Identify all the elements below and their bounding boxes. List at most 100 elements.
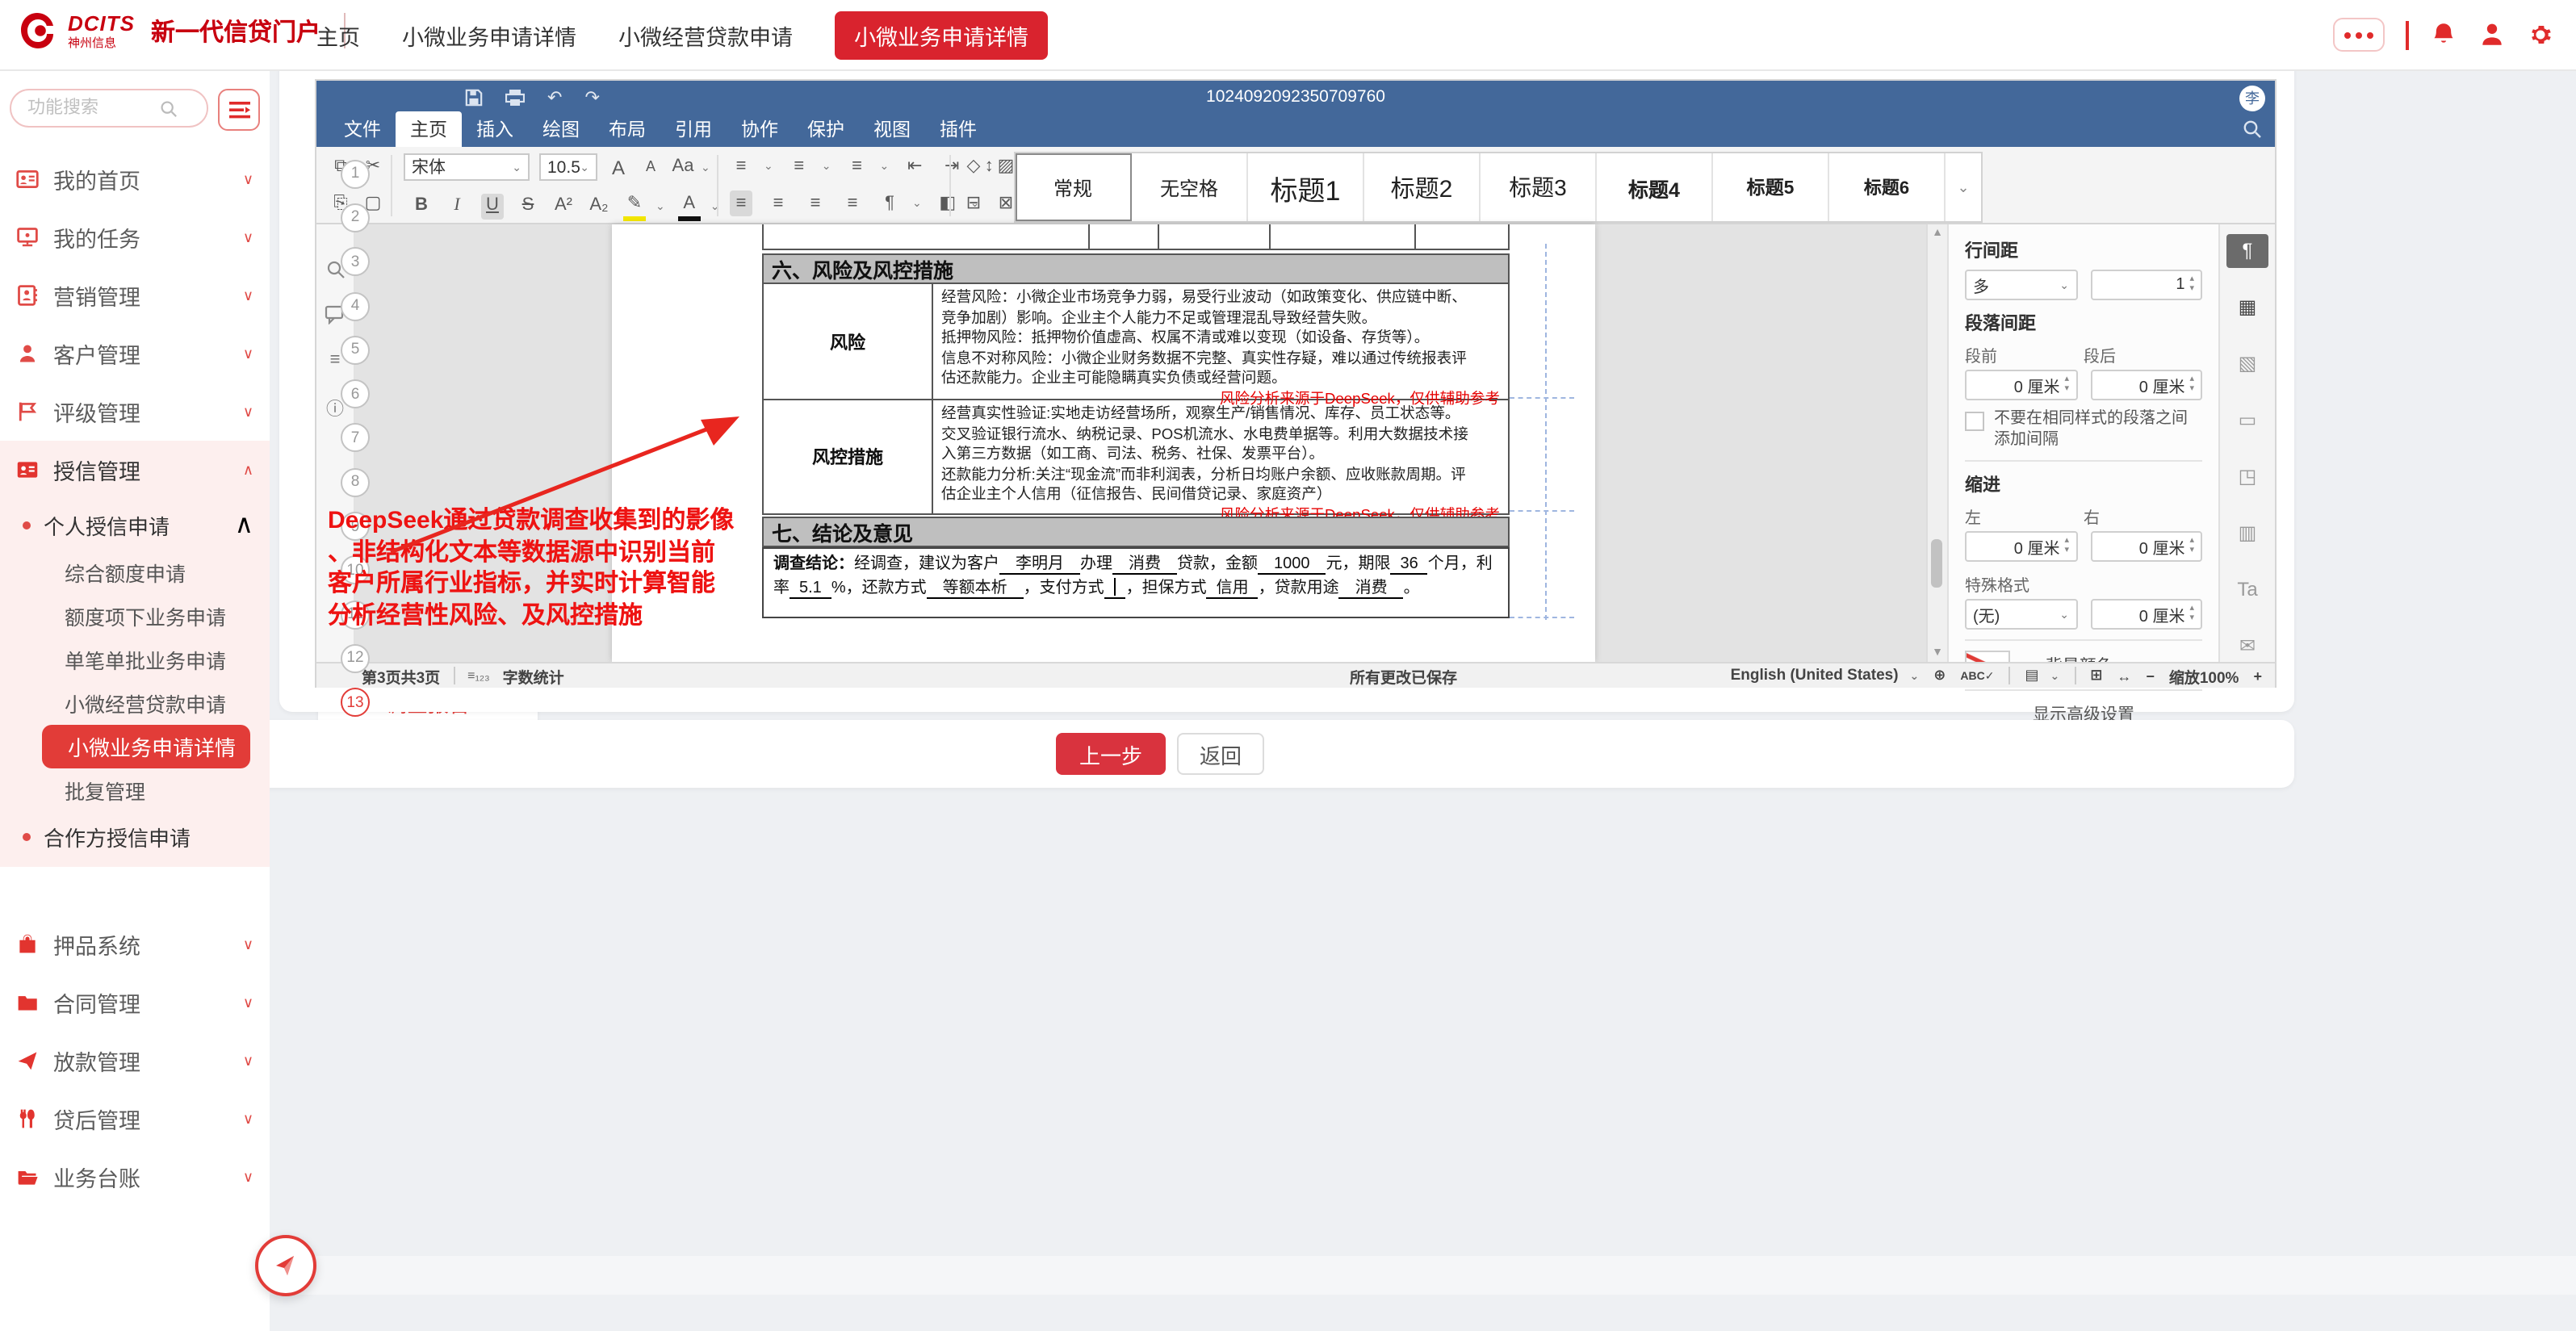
pilcrow-icon[interactable]: ¶ (878, 190, 901, 216)
zoom-out-icon[interactable]: − (2146, 668, 2155, 684)
page-indicator[interactable]: 第3页共3页 (362, 664, 440, 687)
tab-plugins[interactable]: 插件 (925, 111, 991, 147)
tab-file[interactable]: 文件 (329, 111, 396, 147)
sidebar-item-marketing[interactable]: 营销管理 ∨ (0, 266, 270, 324)
font-color-icon[interactable]: A (678, 190, 701, 221)
style-heading2[interactable]: 标题2 (1364, 153, 1481, 221)
clear-format-icon[interactable]: ◇ (962, 153, 985, 179)
menu-collapse-button[interactable] (218, 89, 260, 131)
indent-right-stepper[interactable]: 0 厘米▴▾ (2090, 531, 2202, 562)
sidebar-item-rating[interactable]: 评级管理 ∨ (0, 383, 270, 441)
document-page[interactable]: 六、风险及风控措施 风险 经营风险：小微企业市场竞争力弱，易受行业波动（如政策变… (612, 224, 1595, 662)
zoom-level[interactable]: 缩放100% (2169, 664, 2239, 687)
underline-icon[interactable]: U (481, 193, 504, 219)
fit-page-icon[interactable]: ⊞ (2090, 667, 2102, 684)
save-icon[interactable] (465, 89, 483, 107)
style-normal[interactable]: 常规 (1016, 153, 1132, 221)
track-changes-icon[interactable]: ▤ (2025, 667, 2038, 684)
scroll-up-icon[interactable]: ▲ (1928, 228, 1947, 239)
tab-view[interactable]: 视图 (859, 111, 925, 147)
shrink-font-icon[interactable]: A (639, 154, 662, 180)
header-footer-panel-icon[interactable]: ▭ (2226, 403, 2268, 437)
strikethrough-icon[interactable]: S (517, 193, 539, 219)
special-format-select[interactable]: (无)⌄ (1965, 599, 2077, 630)
font-size-select[interactable]: 10.5⌄ (539, 153, 597, 181)
special-format-stepper[interactable]: 0 厘米▴▾ (2090, 599, 2202, 630)
sidebar-item-disbursement[interactable]: 放款管理 ∨ (0, 1032, 270, 1090)
tab-home[interactable]: 主页 (396, 111, 462, 147)
outdent-icon[interactable]: ⇤ (903, 153, 926, 179)
spellcheck-icon[interactable]: ABC✓ (1960, 669, 1994, 682)
sidebar-item-partner-credit[interactable]: 合作方授信申请 (0, 812, 270, 860)
style-heading1[interactable]: 标题1 (1248, 153, 1364, 221)
previous-step-button[interactable]: 上一步 (1056, 733, 1166, 775)
align-justify-icon[interactable]: ≡ (841, 190, 864, 216)
line-spacing-select[interactable]: 多⌄ (1965, 270, 2077, 300)
sidebar-item-single-batch[interactable]: 单笔单批业务申请 (0, 638, 270, 681)
undo-icon[interactable]: ↶ (547, 87, 562, 108)
bullet-list-icon[interactable]: ≡ (730, 153, 752, 179)
sidebar-item-under-limit[interactable]: 额度项下业务申请 (0, 594, 270, 638)
spacing-before-stepper[interactable]: 0 厘米▴▾ (1965, 370, 2077, 400)
highlight-icon[interactable]: ✎ (623, 190, 646, 221)
fit-width-icon[interactable]: ↔ (2117, 668, 2131, 684)
superscript-icon[interactable]: A² (552, 193, 575, 219)
multilevel-list-icon[interactable]: ≡ (846, 153, 869, 179)
bold-icon[interactable]: B (410, 193, 433, 219)
scroll-down-icon[interactable]: ▼ (1928, 647, 1947, 659)
outline-icon[interactable]: ≡ (330, 350, 341, 370)
sidebar-item-credit-mgmt[interactable]: 授信管理 ∧ (0, 441, 270, 499)
tab-references[interactable]: 引用 (660, 111, 727, 147)
more-actions-icon[interactable] (2333, 18, 2385, 52)
mailmerge-panel-icon[interactable]: ✉ (2226, 628, 2268, 662)
table-panel-icon[interactable]: ▦ (2226, 291, 2268, 324)
sidebar-item-micro-loan-apply[interactable]: 小微经营贷款申请 (0, 681, 270, 725)
print-icon[interactable] (505, 89, 525, 107)
topnav-home[interactable]: 主页 (316, 19, 360, 51)
sidebar-item-my-tasks[interactable]: 我的任务 ∨ (0, 208, 270, 266)
gallery-expand-icon[interactable]: ⌄ (1946, 153, 1981, 221)
numbered-list-icon[interactable]: ≡ (788, 153, 810, 179)
floating-assistant-button[interactable] (255, 1235, 316, 1296)
format-painter-icon[interactable]: ⊟ (962, 190, 985, 216)
textart-panel-icon[interactable]: Ta (2226, 572, 2268, 606)
chart-panel-icon[interactable]: ▥ (2226, 516, 2268, 550)
no-gap-checkbox[interactable] (1965, 412, 1984, 431)
style-heading5[interactable]: 标题5 (1713, 153, 1829, 221)
sidebar-item-post-loan[interactable]: 贷后管理 ∨ (0, 1090, 270, 1148)
scrollbar-thumb[interactable] (1931, 539, 1942, 588)
sidebar-item-contract[interactable]: 合同管理 ∨ (0, 973, 270, 1032)
sidebar-item-my-home[interactable]: 我的首页 ∨ (0, 150, 270, 208)
topnav-micro-loan-apply[interactable]: 小微经营贷款申请 (618, 19, 793, 51)
indent-left-stepper[interactable]: 0 厘米▴▾ (1965, 531, 2077, 562)
spacing-after-stepper[interactable]: 0 厘米▴▾ (2090, 370, 2202, 400)
indent-icon[interactable]: ⇥ (940, 153, 963, 179)
tab-layout[interactable]: 布局 (594, 111, 660, 147)
align-right-icon[interactable]: ≡ (804, 190, 827, 216)
style-heading4[interactable]: 标题4 (1597, 153, 1713, 221)
sidebar-item-approval-mgmt[interactable]: 批复管理 (0, 768, 270, 812)
user-icon[interactable] (2478, 21, 2505, 48)
redo-icon[interactable]: ↷ (584, 87, 599, 108)
line-spacing-stepper[interactable]: 1▴▾ (2090, 270, 2202, 300)
conclusion-paragraph[interactable]: 调查结论：经调查，建议为客户李明月办理消费贷款，金额1000元，期限36个月，利… (762, 547, 1510, 618)
editor-search-icon[interactable] (2243, 119, 2262, 139)
italic-icon[interactable]: I (446, 193, 468, 219)
topnav-micro-detail-active[interactable]: 小微业务申请详情 (835, 10, 1048, 59)
image-panel-icon[interactable]: ▧ (2226, 347, 2268, 381)
tab-collaboration[interactable]: 协作 (727, 111, 793, 147)
back-button[interactable]: 返回 (1177, 733, 1264, 775)
gear-icon[interactable] (2526, 21, 2553, 48)
style-heading3[interactable]: 标题3 (1481, 153, 1597, 221)
style-heading6[interactable]: 标题6 (1829, 153, 1946, 221)
sidebar-item-ledger[interactable]: 业务台账 ∨ (0, 1148, 270, 1206)
document-scrollbar[interactable]: ▲ ▼ (1926, 224, 1947, 662)
avatar[interactable]: 李 (2239, 85, 2265, 111)
sidebar-item-customer[interactable]: 客户管理 ∨ (0, 324, 270, 383)
topnav-micro-detail[interactable]: 小微业务申请详情 (402, 19, 576, 51)
align-center-icon[interactable]: ≡ (767, 190, 790, 216)
globe-icon[interactable]: ⊕ (1933, 667, 1946, 684)
paragraph-panel-icon[interactable]: ¶ (2226, 234, 2268, 268)
zoom-in-icon[interactable]: + (2253, 668, 2262, 684)
change-case-icon[interactable]: Aa (672, 154, 694, 180)
